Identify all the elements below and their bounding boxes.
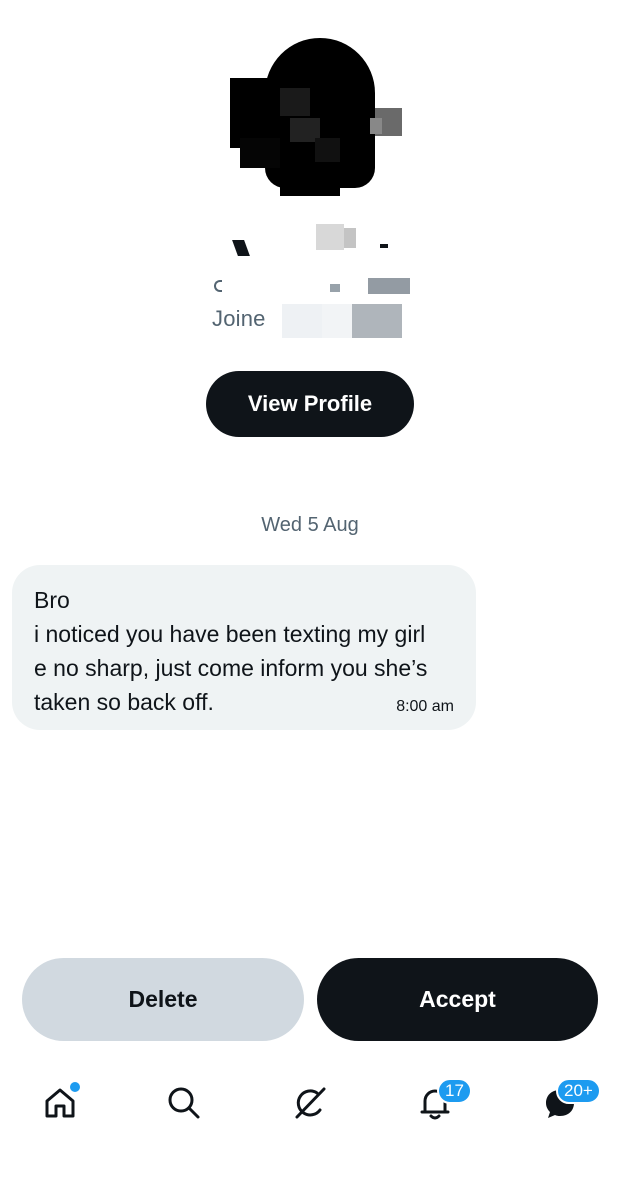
- messages-badge: 20+: [556, 1078, 601, 1104]
- nav-notifications[interactable]: 17: [405, 1070, 472, 1140]
- message-line: taken so back off.: [34, 689, 214, 715]
- grok-icon: [291, 1084, 329, 1127]
- message-bubble[interactable]: Bro i noticed you have been texting my g…: [12, 565, 476, 730]
- message-line: Bro: [34, 587, 70, 613]
- redaction-block: [352, 304, 402, 338]
- delete-button[interactable]: Delete: [22, 958, 304, 1041]
- display-name-redacted: [230, 224, 400, 260]
- nav-search[interactable]: [154, 1070, 214, 1140]
- nav-grok[interactable]: [280, 1070, 340, 1140]
- message-line: i noticed you have been texting my girl: [34, 621, 426, 647]
- redaction-block: [282, 304, 322, 338]
- joined-date-text: Joine: [212, 306, 266, 331]
- message-timestamp: 8:00 am: [396, 698, 454, 715]
- accept-button[interactable]: Accept: [317, 958, 598, 1041]
- bottom-nav: 17 20+: [0, 1070, 620, 1150]
- handle-redacted: [210, 272, 410, 294]
- search-icon: [166, 1085, 202, 1126]
- nav-home[interactable]: [30, 1070, 90, 1140]
- home-notification-dot: [68, 1080, 82, 1094]
- avatar-redacted: [220, 38, 410, 198]
- view-profile-button[interactable]: View Profile: [206, 371, 414, 437]
- notifications-badge: 17: [437, 1078, 472, 1104]
- message-line: e no sharp, just come inform you she’s: [34, 655, 428, 681]
- redaction-block: [322, 304, 352, 338]
- nav-messages[interactable]: 20+: [530, 1070, 601, 1140]
- date-separator: Wed 5 Aug: [261, 514, 359, 536]
